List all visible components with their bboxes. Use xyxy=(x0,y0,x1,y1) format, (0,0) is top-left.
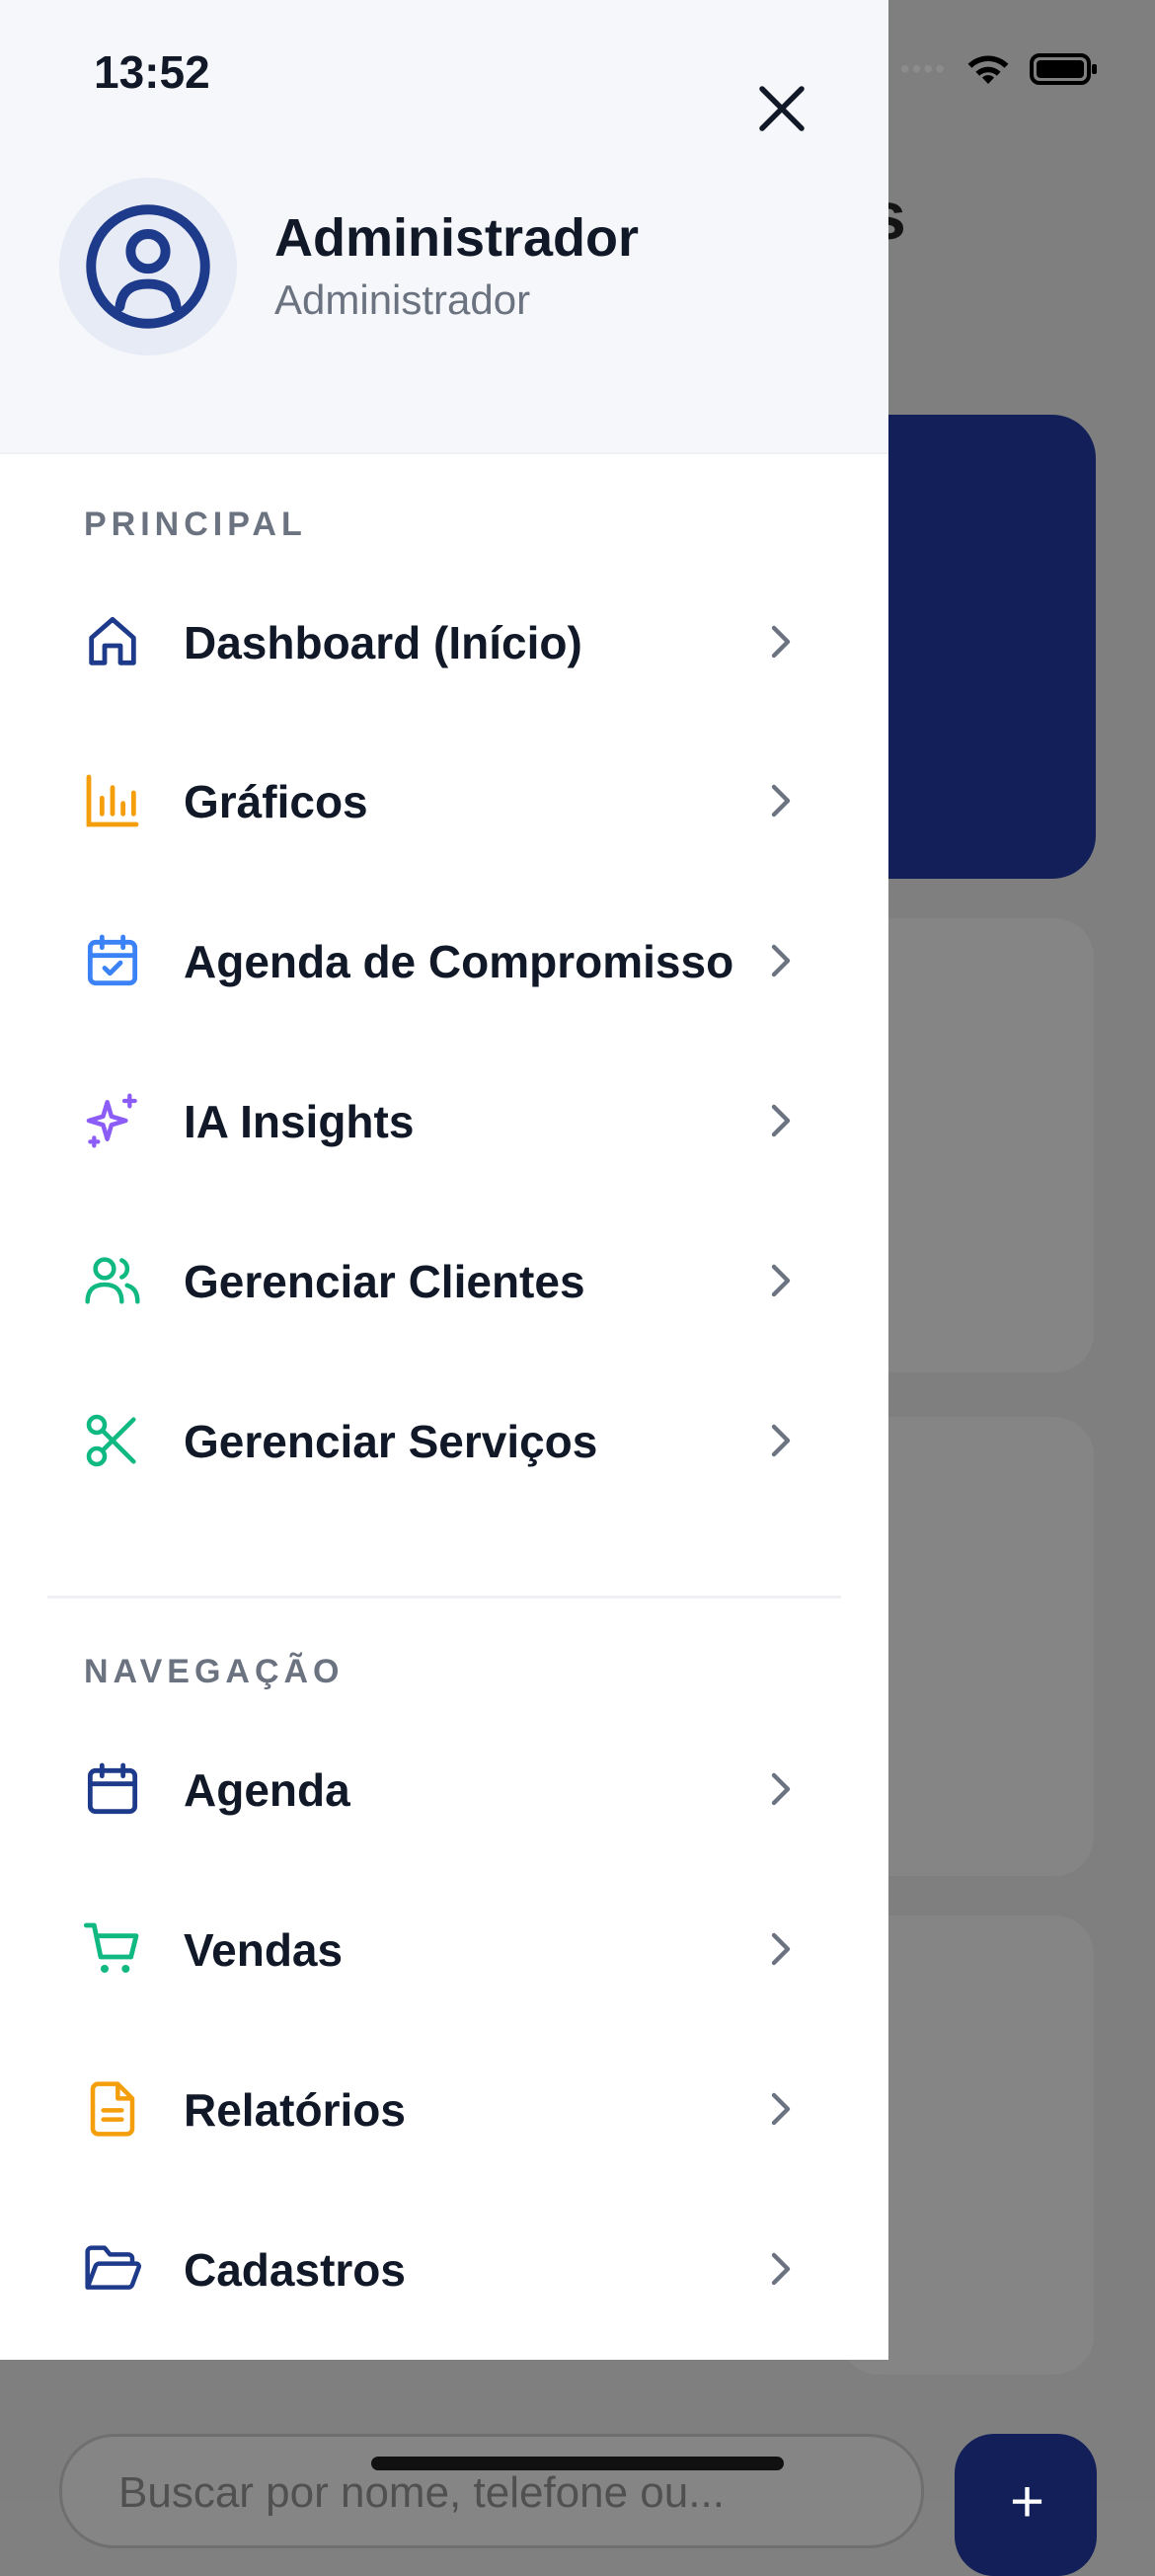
menu-item-label: Gráficos xyxy=(184,776,368,827)
menu-item-label: Agenda de Compromisso xyxy=(184,936,734,987)
menu-item-agenda[interactable]: Agenda xyxy=(0,1708,888,1866)
background-search-placeholder: Buscar por nome, telefone ou... xyxy=(118,2468,725,2517)
chevron-right-icon xyxy=(771,1772,791,1806)
home-icon xyxy=(89,616,136,665)
menu-item-label: Vendas xyxy=(184,1924,344,1976)
menu-item-ia-insights[interactable]: IA Insights xyxy=(0,1040,888,1198)
calendar-icon xyxy=(87,1762,138,1815)
menu-item-cadastros[interactable]: Cadastros xyxy=(0,2188,888,2346)
user-name: Administrador xyxy=(274,208,640,268)
menu-item-label: Agenda xyxy=(184,1764,350,1816)
chevron-right-icon xyxy=(771,625,791,659)
bar-chart-icon xyxy=(86,774,139,827)
menu-item-label: IA Insights xyxy=(184,1096,415,1147)
user-circle-icon xyxy=(86,204,210,329)
menu-item-vendas[interactable]: Vendas xyxy=(0,1868,888,2026)
navigation-drawer: 13:52 Administrador Administrador PRINCI… xyxy=(0,0,888,2360)
avatar xyxy=(59,178,237,355)
battery-icon xyxy=(1030,53,1097,85)
menu-item-label: Gerenciar Clientes xyxy=(184,1256,585,1307)
chevron-right-icon xyxy=(771,1932,791,1966)
drawer-header: 13:52 Administrador Administrador xyxy=(0,0,888,454)
section-divider xyxy=(47,1596,841,1599)
menu-item-dashboard[interactable]: Dashboard (Início) xyxy=(0,561,888,719)
menu-item-gerenciar-servicos[interactable]: Gerenciar Serviços xyxy=(0,1360,888,1518)
wifi-icon xyxy=(967,55,1009,84)
chevron-right-icon xyxy=(771,1104,791,1137)
menu-item-label: Cadastros xyxy=(184,2244,406,2296)
chevron-right-icon xyxy=(771,1264,791,1297)
file-text-icon xyxy=(90,2081,135,2137)
menu-item-label: Gerenciar Serviços xyxy=(184,1416,598,1467)
chevron-right-icon xyxy=(771,784,791,818)
menu-item-gerenciar-clientes[interactable]: Gerenciar Clientes xyxy=(0,1200,888,1358)
home-indicator xyxy=(371,2457,784,2470)
folder-open-icon xyxy=(85,2245,142,2290)
users-icon xyxy=(85,1257,140,1304)
sparkles-icon xyxy=(86,1093,137,1148)
chevron-right-icon xyxy=(771,1424,791,1457)
menu-item-graficos[interactable]: Gráficos xyxy=(0,720,888,878)
calendar-check-icon xyxy=(87,934,138,986)
user-role: Administrador xyxy=(274,276,531,323)
cart-icon xyxy=(83,1922,139,1973)
status-time: 13:52 xyxy=(94,46,210,98)
section-label-principal: PRINCIPAL xyxy=(84,506,307,543)
menu-item-agenda-compromisso[interactable]: Agenda de Compromisso xyxy=(0,880,888,1038)
menu-item-label: Relatórios xyxy=(184,2084,406,2136)
chevron-right-icon xyxy=(771,2252,791,2286)
plus-icon: + xyxy=(1010,2468,1045,2535)
scissors-icon xyxy=(86,1414,136,1467)
close-icon[interactable] xyxy=(752,79,811,138)
menu-item-label: Dashboard (Início) xyxy=(184,617,582,668)
background-add-button: + xyxy=(955,2434,1097,2576)
chevron-right-icon xyxy=(771,2092,791,2126)
status-indicators: •••• xyxy=(900,51,1101,87)
menu-item-relatorios[interactable]: Relatórios xyxy=(0,2028,888,2186)
chevron-right-icon xyxy=(771,944,791,977)
section-label-navegacao: NAVEGAÇÃO xyxy=(84,1653,345,1690)
signal-icon: •••• xyxy=(899,53,947,84)
